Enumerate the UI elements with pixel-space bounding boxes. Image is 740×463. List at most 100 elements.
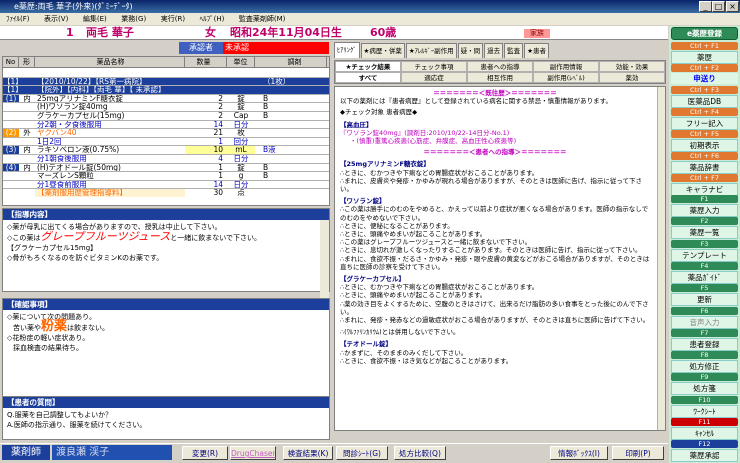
col-name[interactable]: 薬品名称: [35, 57, 185, 67]
table-cell: 枚: [237, 129, 245, 137]
guidance-text: ∴薬の効き目をよくするために、空腹のときはさけて、出来るだけ脂肪の多い食事をとっ…: [340, 299, 649, 316]
tab-hearing[interactable]: ﾋｱﾘﾝｸﾞ: [334, 42, 360, 58]
fkey-button[interactable]: 患者登録: [671, 337, 738, 351]
question-body[interactable]: Q.服薬を自己調整してもよいか？ A.医師の指示通り、服薬を続けてください。: [3, 408, 329, 432]
fkey-button[interactable]: 薬歴一覧: [671, 226, 738, 240]
fkey-button[interactable]: 処方修正: [671, 360, 738, 374]
tab-interaction[interactable]: 相互作用: [467, 72, 533, 83]
family-badge[interactable]: 家族: [524, 29, 550, 38]
tab-side-effect-level[interactable]: 副作用(ﾚﾍﾞﾙ): [533, 72, 599, 83]
menu-run[interactable]: 実行(R): [161, 15, 185, 23]
info-scrollbar[interactable]: [657, 87, 665, 430]
inquiry-sheet-button[interactable]: 問診ｼｰﾄ(G): [336, 446, 388, 460]
tab-patient[interactable]: ★患者: [524, 43, 549, 58]
table-row[interactable]: 【薬剤服用歴管理指導料】 30 点: [3, 188, 329, 197]
table-row[interactable]: 【1】 【2010/10/22】【RS第一病院】 （1枚）: [3, 76, 329, 86]
col-no[interactable]: No: [3, 57, 19, 67]
prescription-table: No 形 薬品名称 数量 単位 調剤 【1】 【2010/10/22】【RS第一病…: [2, 56, 330, 206]
table-row[interactable]: マーズレンS顆粒 1 g B: [3, 171, 329, 180]
question-line: A.医師の指示通り、服薬を続けてください。: [7, 421, 147, 429]
fkey-button[interactable]: 音声入力: [671, 315, 738, 329]
tab-drug-effect[interactable]: 薬効: [599, 72, 665, 83]
info-box-button[interactable]: 情報ﾎﾞｯｸｽ(I): [550, 446, 608, 460]
fkey-button[interactable]: 更新: [671, 293, 738, 307]
fkey-button[interactable]: 薬品ｶﾞｲﾄﾞ: [671, 270, 738, 284]
table-row[interactable]: (H)ワソラン錠40mg 2 錠 B: [3, 102, 329, 111]
tab-history[interactable]: ★病歴・併薬: [360, 43, 405, 58]
table-cell: B: [263, 172, 269, 180]
table-row[interactable]: (2) 外ヤクバン40 21 枚: [3, 128, 329, 137]
tab-allergy[interactable]: ★ｱﾚﾙｷﾞｰ副作用: [405, 43, 457, 58]
table-cell: [255, 68, 327, 77]
table-cell: 30: [213, 189, 223, 197]
minimize-button[interactable]: _: [699, 1, 712, 12]
side-button[interactable]: 申送り: [671, 73, 738, 84]
menu-help[interactable]: ﾍﾙﾌﾟ(H): [200, 15, 225, 23]
print-button[interactable]: 印刷(P): [612, 446, 664, 460]
tab-indication[interactable]: 適応症: [401, 72, 467, 83]
close-button[interactable]: ×: [726, 1, 739, 12]
prescription-header: No 形 薬品名称 数量 単位 調剤: [3, 57, 329, 68]
tab-efficacy[interactable]: 効能・効果: [599, 61, 665, 72]
info-panel[interactable]: ＝＝＝＝＝＝＝＜既往歴＞＝＝＝＝＝＝＝ 以下の薬剤には『患者病歴』として登録され…: [334, 86, 666, 431]
guidance-text: ∴ときに、頭痛やめまいが起こることがあります。: [340, 291, 487, 300]
menu-edit[interactable]: 編集(E): [83, 15, 107, 23]
guidance-scrollbar[interactable]: [320, 220, 329, 300]
tab-patient-guidance[interactable]: 患者への指導: [467, 61, 533, 72]
table-cell: [255, 86, 327, 94]
fkey-button[interactable]: 処方箋: [671, 382, 738, 396]
sub-tab-strip: ★チェック結果 チェック事項 患者への指導 副作用情報 効能・効果 すべて 適応…: [334, 60, 666, 84]
fkey-label: F12: [671, 440, 738, 449]
maximize-button[interactable]: □: [712, 1, 725, 12]
fkey-button[interactable]: ﾜｰｸｼｰﾄ: [671, 404, 738, 418]
drugchaser-button[interactable]: DrugChaser: [230, 446, 276, 460]
fkey-button[interactable]: テンプレート: [671, 248, 738, 262]
confirm-body[interactable]: ◇薬について次の問題あり。 苦い薬や粉薬は飲まない。 ◇花粉症の軽い症状あり。 …: [3, 310, 329, 355]
menu-file[interactable]: ﾌｧｲﾙ(F): [6, 15, 30, 23]
tab-audit[interactable]: 監査: [504, 43, 524, 58]
col-note[interactable]: 調剤: [255, 57, 327, 67]
test-result-button[interactable]: 検査結果(K): [283, 446, 333, 460]
side-button[interactable]: 薬品辞書: [671, 161, 738, 174]
table-row[interactable]: 分2朝・夕食後服用 14 日分: [3, 119, 329, 129]
table-row[interactable]: グラケーカプセル(15mg) 2 Cap B: [3, 110, 329, 120]
tab-side-effect-info[interactable]: 副作用情報: [533, 61, 599, 72]
fkey-button[interactable]: ｷｬﾝｾﾙ: [671, 427, 738, 440]
col-unit[interactable]: 単位: [227, 57, 255, 67]
change-button[interactable]: 変更(R): [182, 446, 228, 460]
guidance-body[interactable]: ◇薬が母乳に出てくる場合がありますので、授乳は中止して下さい。 ◇この薬はグレー…: [3, 220, 329, 265]
tab-question[interactable]: 疑・問: [457, 43, 484, 58]
table-cell: [255, 129, 327, 137]
side-button[interactable]: 医薬品DB: [671, 95, 738, 108]
table-cell: 内: [23, 163, 31, 172]
side-button[interactable]: 薬歴: [671, 51, 738, 64]
menu-work[interactable]: 業務(G): [121, 15, 146, 23]
table-row[interactable]: (1) 内 25mgアリナミンF糖衣錠 2 錠 B: [3, 93, 329, 103]
menu-auditor[interactable]: 監査薬剤師(M): [239, 15, 286, 23]
table-row[interactable]: (3) 内ラキソベロン液(0.75%) 10 mL B液: [3, 145, 329, 154]
table-row[interactable]: 分1朝食後服用 4 日分: [3, 153, 329, 163]
table-cell: グラケーカプセル(15mg): [37, 111, 125, 120]
table-row[interactable]: 分1昼食前服用 14 日分: [3, 179, 329, 189]
compare-button[interactable]: 処方比較(Q): [394, 446, 446, 460]
fkey-button[interactable]: 薬歴承認: [671, 449, 738, 463]
guidance-panel: 【指導内容】 ◇薬が母乳に出てくる場合がありますので、授乳は中止して下さい。 ◇…: [2, 208, 330, 292]
tab-past[interactable]: 過去: [484, 43, 504, 58]
table-row[interactable]: 【1】 【院外】【内科】【両毛 華】【 未承認】: [3, 85, 329, 94]
table-row[interactable]: 1日2回 1 回分: [3, 136, 329, 146]
approver-value[interactable]: 未承認: [223, 42, 329, 54]
fkey-label: F10: [671, 395, 738, 404]
tab-all[interactable]: すべて: [335, 72, 401, 83]
register-button[interactable]: e薬歴登録: [671, 27, 738, 40]
table-row[interactable]: (4) 内 (H)テオドール錠(50mg) 1 錠 B: [3, 162, 329, 172]
table-row[interactable]: [3, 68, 329, 77]
fkey-label: F3: [671, 239, 738, 248]
tab-check-items[interactable]: チェック事項: [401, 61, 467, 72]
col-form[interactable]: 形: [19, 57, 35, 67]
menu-view[interactable]: 表示(V): [44, 15, 68, 23]
side-button[interactable]: 初期表示: [671, 139, 738, 152]
col-qty[interactable]: 数量: [185, 57, 227, 67]
side-button[interactable]: フリー記入: [671, 117, 738, 130]
tab-check-result[interactable]: ★チェック結果: [335, 61, 401, 72]
fkey-button[interactable]: 薬歴入力: [671, 204, 738, 217]
